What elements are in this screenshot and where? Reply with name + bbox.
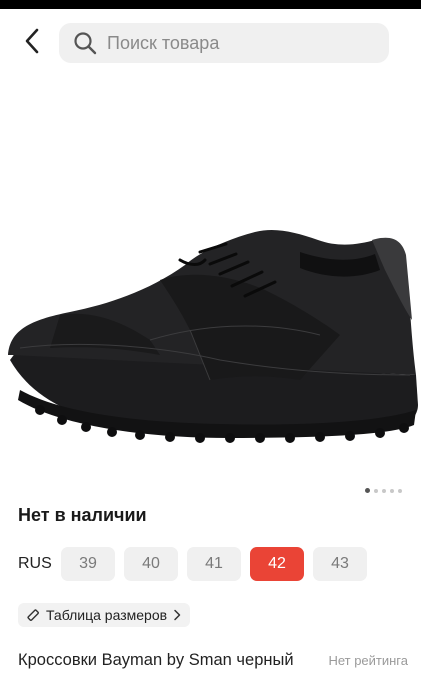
size-selector: RUS 39 40 41 42 43 (18, 547, 376, 581)
search-icon (73, 31, 97, 55)
product-image-gallery[interactable] (0, 75, 421, 485)
search-input[interactable] (107, 32, 367, 54)
gallery-dot[interactable] (398, 488, 402, 493)
ruler-icon (26, 608, 40, 622)
product-title-row: Кроссовки Bayman by Sman черный Нет рейт… (18, 651, 408, 670)
size-option[interactable]: 39 (61, 547, 115, 581)
size-option-selected[interactable]: 42 (250, 547, 304, 581)
status-bar (0, 0, 421, 9)
rating-status[interactable]: Нет рейтинга (328, 653, 408, 668)
gallery-dot[interactable] (390, 488, 394, 493)
product-title: Кроссовки Bayman by Sman черный (18, 651, 294, 669)
availability-status: Нет в наличии (18, 505, 147, 525)
gallery-dot[interactable] (382, 488, 386, 493)
size-option[interactable]: 41 (187, 547, 241, 581)
size-system-label: RUS (18, 555, 52, 572)
top-bar (0, 9, 421, 75)
size-table-label: Таблица размеров (46, 607, 168, 623)
gallery-dot[interactable] (374, 488, 378, 493)
gallery-pagination[interactable] (365, 488, 402, 493)
chevron-right-icon (173, 609, 181, 621)
product-image (8, 229, 418, 443)
size-option[interactable]: 43 (313, 547, 367, 581)
chevron-left-icon (24, 28, 40, 59)
search-bar[interactable] (59, 23, 389, 63)
size-table-button[interactable]: Таблица размеров (18, 603, 191, 627)
back-button[interactable] (14, 23, 50, 63)
gallery-dot-active[interactable] (365, 488, 370, 493)
size-option[interactable]: 40 (124, 547, 178, 581)
